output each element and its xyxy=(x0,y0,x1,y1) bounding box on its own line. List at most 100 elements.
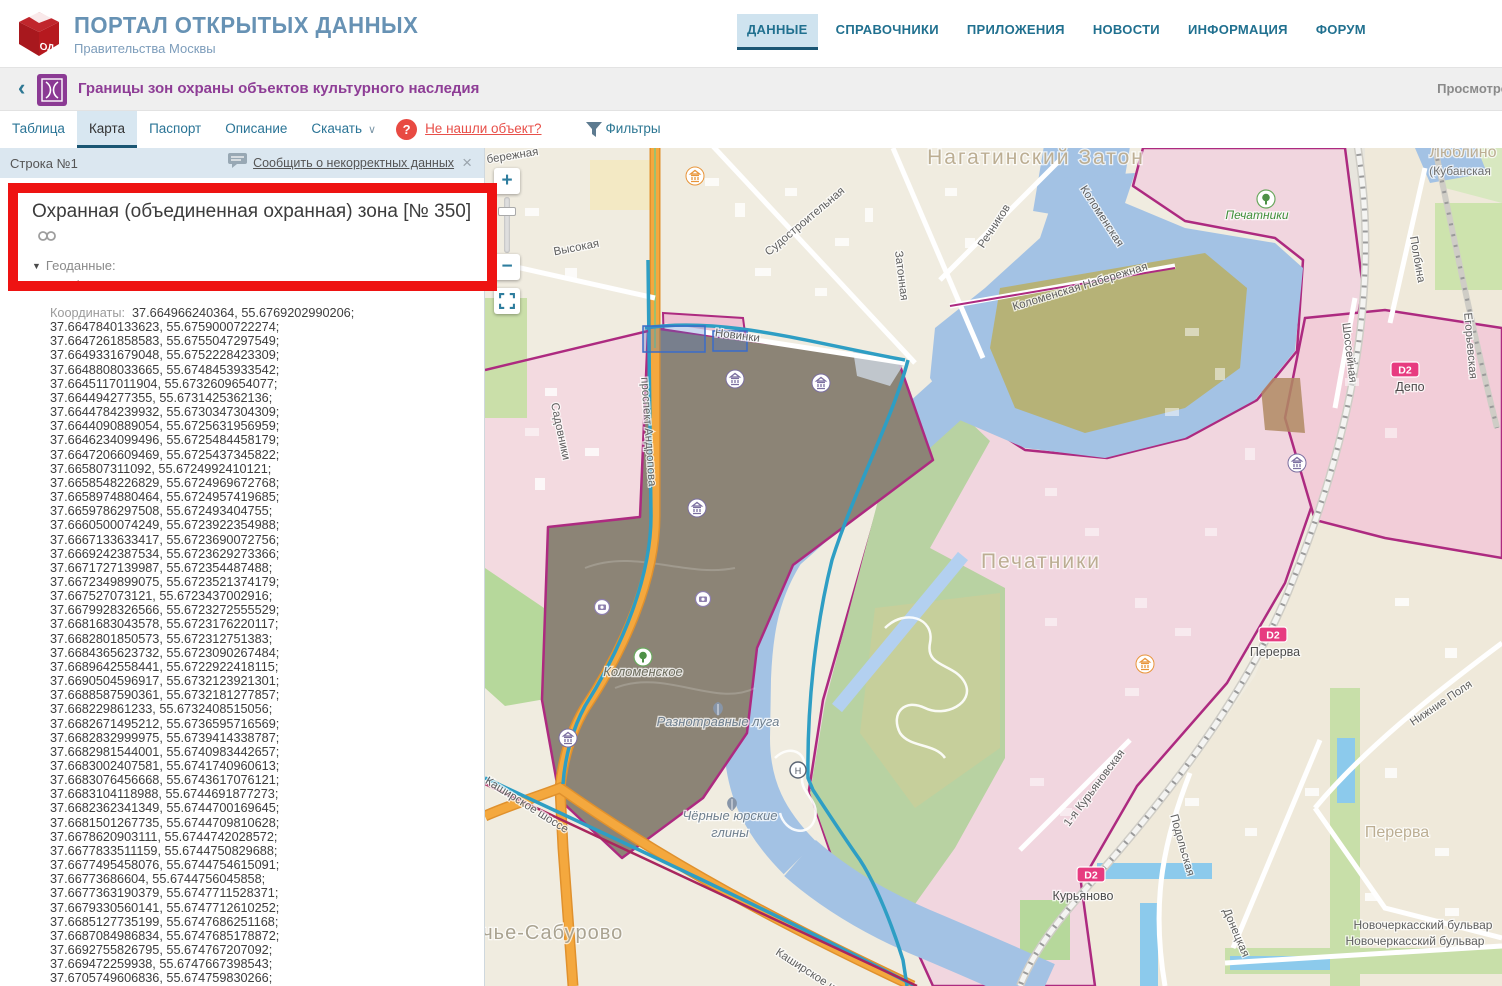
fullscreen-button[interactable] xyxy=(494,288,520,314)
coordinate-line: 37.66773686604, 55.6744756045858; xyxy=(50,872,470,886)
header: ОД ПОРТАЛ ОТКРЫТЫХ ДАННЫХ Правительства … xyxy=(0,0,1502,67)
page: ОД ПОРТАЛ ОТКРЫТЫХ ДАННЫХ Правительства … xyxy=(0,0,1502,986)
coordinate-line: 37.6677833511159, 55.6744750829688; xyxy=(50,844,470,858)
map-label: Коломенское xyxy=(603,664,683,679)
coordinate-line: 37.667527073121, 55.6723437002916; xyxy=(50,589,470,603)
feature-title: Охранная (объединенная охранная) зона [№… xyxy=(32,200,472,249)
coordinates-list: 37.6647840133623, 55.6759000722274;37.66… xyxy=(50,320,470,986)
tab-passport[interactable]: Паспорт xyxy=(137,111,213,148)
coordinate-line: 37.6683002407581, 55.6741740960613; xyxy=(50,759,470,773)
coordinate-line: 37.6692755826795, 55.674767207092; xyxy=(50,943,470,957)
map-label: Печатники xyxy=(981,550,1101,573)
coordinate-line: 37.6682362341349, 55.6744700169645; xyxy=(50,801,470,815)
link-icon[interactable] xyxy=(37,225,57,249)
zoom-in-button[interactable]: + xyxy=(494,168,520,194)
coordinate-line: 37.6683104118988, 55.6744691877273; xyxy=(50,787,470,801)
geodata-type: Тип: Polygon xyxy=(32,278,487,285)
coordinate-line: 37.6644784239932, 55.6730347304309; xyxy=(50,405,470,419)
coordinate-line: 37.6681501267735, 55.6744709810628; xyxy=(50,816,470,830)
map-label: глины xyxy=(711,825,749,840)
map-label: Н xyxy=(795,766,802,776)
fullscreen-icon xyxy=(498,292,516,310)
download-button[interactable]: Скачать xyxy=(299,111,366,148)
coordinate-line: 37.6681683043578, 55.6723176220117; xyxy=(50,617,470,631)
coordinate-line: 37.6682981544001, 55.6740983442657; xyxy=(50,745,470,759)
coordinate-line: 37.6660500074249, 55.6723922354988; xyxy=(50,518,470,532)
logo-abbr: ОД xyxy=(40,41,55,54)
coordinate-line: 37.6684365623732, 55.6723090267484; xyxy=(50,646,470,660)
logo[interactable]: ОД ПОРТАЛ ОТКРЫТЫХ ДАННЫХ Правительства … xyxy=(16,10,433,58)
coordinate-line: 37.6690504596917, 55.6732123921301; xyxy=(50,674,470,688)
map-label: Разнотравные луга xyxy=(657,714,780,729)
feature-panel-header: Строка №1 Сообщить о некорректных данных… xyxy=(0,148,484,178)
breadcrumb-bar: ‹ Границы зон охраны объектов культурног… xyxy=(0,67,1502,111)
report-incorrect-data-link[interactable]: Сообщить о некорректных данных xyxy=(253,156,454,170)
coordinate-line: 37.6677363190379, 55.6747711528371; xyxy=(50,886,470,900)
nav-item-directories[interactable]: СПРАВОЧНИКИ xyxy=(826,14,949,47)
filter-icon xyxy=(586,122,602,148)
close-icon[interactable]: × xyxy=(460,153,474,173)
help-icon[interactable]: ? xyxy=(396,119,417,140)
coordinate-line: 37.6672349899075, 55.6723521374179; xyxy=(50,575,470,589)
site-subtitle: Правительства Москвы xyxy=(74,41,433,56)
d2-badge-label: D2 xyxy=(1266,630,1280,642)
map-label: Перерва xyxy=(1250,645,1300,659)
coordinate-line: Координаты:37.664966240364, 55.676920299… xyxy=(50,306,470,320)
nav-item-news[interactable]: НОВОСТИ xyxy=(1083,14,1170,47)
nav-item-forum[interactable]: ФОРУМ xyxy=(1306,14,1376,47)
d2-badge-label: D2 xyxy=(1398,365,1412,377)
coordinate-line: 37.6689642558441, 55.6722922418115; xyxy=(50,660,470,674)
coordinate-line: 37.6647206609469, 55.6725437345822; xyxy=(50,448,470,462)
map-label: Чёрные юрские xyxy=(683,808,778,823)
site-title: ПОРТАЛ ОТКРЫТЫХ ДАННЫХ xyxy=(74,12,418,39)
nav-item-info[interactable]: ИНФОРМАЦИЯ xyxy=(1178,14,1298,47)
tab-map[interactable]: Карта xyxy=(77,111,137,148)
coordinates-block: Координаты:37.664966240364, 55.676920299… xyxy=(50,306,470,986)
selected-building-box xyxy=(643,326,705,352)
map-label: Печатники xyxy=(1225,208,1289,222)
map-label: Депо xyxy=(1395,380,1424,394)
tabs-row: Таблица Карта Паспорт Описание Скачать ∨… xyxy=(0,111,1502,148)
tab-table[interactable]: Таблица xyxy=(0,111,77,148)
zoom-slider[interactable] xyxy=(504,197,510,253)
geodata-toggle[interactable]: ▼Геоданные: xyxy=(32,258,487,273)
zoom-out-button[interactable]: − xyxy=(494,254,520,280)
filters-button[interactable]: Фильтры xyxy=(602,111,661,148)
map[interactable]: D2D2D2 Нагатинский ЗатонбережнаяСудостро… xyxy=(485,148,1502,986)
map-label: ечье-Сабурово xyxy=(485,922,623,944)
map-canvas: D2D2D2 Нагатинский ЗатонбережнаяСудостро… xyxy=(485,148,1502,986)
coordinate-line: 37.669472259938, 55.6747667398543; xyxy=(50,957,470,971)
coordinate-line: 37.6677495458076, 55.6744754615091; xyxy=(50,858,470,872)
coordinate-line: 37.6658548226829, 55.6724969672768; xyxy=(50,476,470,490)
coordinate-line: 37.6679330560141, 55.6747712610252; xyxy=(50,901,470,915)
coordinate-line: 37.665807311092, 55.6724992410121; xyxy=(50,462,470,476)
map-label: Курьяново xyxy=(1053,889,1114,903)
row-label: Строка №1 xyxy=(10,156,78,171)
coordinate-line: 37.6647261858583, 55.6755047297549; xyxy=(50,334,470,348)
map-label: (Кубанская xyxy=(1429,164,1491,178)
coordinate-line: 37.6649331679048, 55.6752228423309; xyxy=(50,348,470,362)
nav-item-data[interactable]: ДАННЫЕ xyxy=(737,14,818,50)
d2-badge-label: D2 xyxy=(1084,870,1098,882)
tab-description[interactable]: Описание xyxy=(213,111,299,148)
zoom-slider-handle[interactable] xyxy=(498,207,516,216)
content: Строка №1 Сообщить о некорректных данных… xyxy=(0,148,1502,986)
back-button[interactable]: ‹ xyxy=(18,75,25,101)
map-label: Люблино xyxy=(1430,148,1497,161)
logo-cube-icon: ОД xyxy=(16,10,62,58)
annotation-highlight-box: Охранная (объединенная охранная) зона [№… xyxy=(8,183,497,291)
coordinate-line: 37.6659786297508, 55.672493404755; xyxy=(50,504,470,518)
report-bubble-icon xyxy=(228,153,247,173)
map-label: Новочеркасский бульвар xyxy=(1346,934,1485,948)
main-nav: ДАННЫЕ СПРАВОЧНИКИ ПРИЛОЖЕНИЯ НОВОСТИ ИН… xyxy=(737,14,1384,50)
coordinate-line: 37.6667133633417, 55.6723690072756; xyxy=(50,533,470,547)
coordinate-line: 37.668229861233, 55.6732408515056; xyxy=(50,702,470,716)
coordinate-value: 37.664966240364, 55.6769202990206; xyxy=(132,306,354,320)
not-found-link[interactable]: Не нашли объект? xyxy=(425,111,549,148)
coordinate-line: 37.6658974880464, 55.6724957419685; xyxy=(50,490,470,504)
coordinate-line: 37.6683076456668, 55.6743617076121; xyxy=(50,773,470,787)
nav-item-apps[interactable]: ПРИЛОЖЕНИЯ xyxy=(957,14,1075,47)
coordinate-line: 37.664494277355, 55.6731425362136; xyxy=(50,391,470,405)
views-label: Просмотре xyxy=(1437,81,1502,96)
map-label: Нагатинский Затон xyxy=(927,148,1145,169)
